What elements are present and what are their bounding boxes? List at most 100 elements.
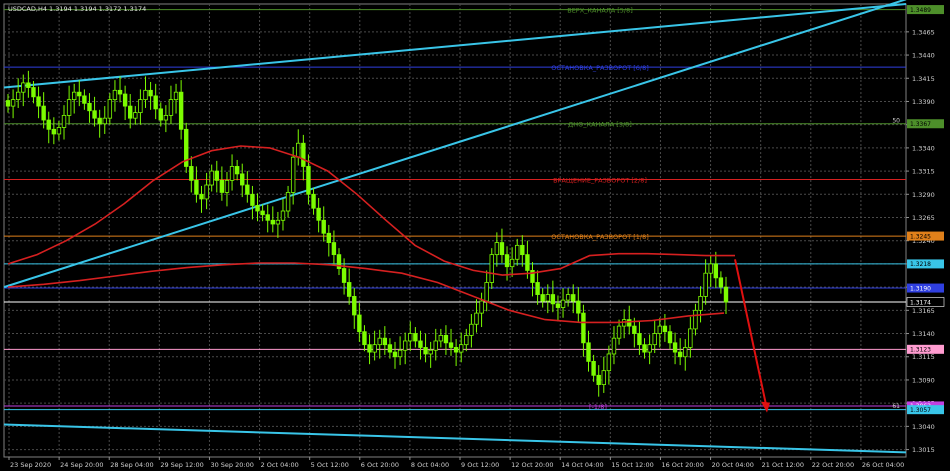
y-tick-label: 1.3340 — [912, 144, 935, 152]
forecast-arrow-line — [734, 259, 767, 405]
candle-body — [275, 219, 281, 225]
candle-body — [392, 351, 398, 358]
candle-body — [408, 333, 413, 342]
x-tick-label: 2 Oct 04:00 — [261, 461, 299, 469]
price-chart[interactable]: ВЕРХ_КАНАЛА [5/8] ОСТАНОВКА_РАЗВОРОТ [6/8… — [0, 0, 950, 471]
candle-body — [97, 117, 102, 125]
candle-body — [438, 334, 444, 342]
x-tick-label: 21 Oct 12:00 — [762, 461, 804, 469]
candle-body — [464, 334, 469, 346]
candle-body — [535, 282, 540, 295]
candle-body — [632, 325, 637, 334]
y-tick-label: 1.3315 — [912, 168, 935, 176]
candle-body — [173, 91, 179, 101]
price-tag-label: 1.3245 — [910, 233, 931, 240]
candle-body — [290, 156, 296, 193]
candle-body — [413, 333, 418, 342]
candle-body — [15, 91, 21, 101]
x-tick-label: 6 Oct 20:00 — [361, 461, 399, 469]
candle-body — [311, 193, 316, 209]
candle-body — [158, 108, 163, 121]
candle-body — [229, 166, 235, 181]
level-label: ДНО_КАНАЛА [3/8] — [568, 121, 632, 129]
candle-body — [270, 219, 275, 225]
level-label: ОСТАНОВКА_РАЗВОРОТ [6/8] — [551, 64, 649, 72]
price-tag-label: 1.3489 — [910, 7, 931, 14]
candle-body — [321, 219, 326, 234]
price-tag-label: 1.3190 — [910, 285, 931, 292]
chart-window[interactable]: ВЕРХ_КАНАЛА [5/8] ОСТАНОВКА_РАЗВОРОТ [6/8… — [0, 0, 950, 471]
y-tick-label: 1.3040 — [912, 423, 935, 431]
candle-body — [550, 294, 556, 305]
y-tick-label: 1.3115 — [912, 353, 935, 361]
candle-body — [469, 323, 474, 336]
x-tick-label: 15 Oct 12:00 — [611, 461, 653, 469]
price-tag-label: 1.3057 — [910, 407, 931, 414]
price-axis: 1.34651.34401.34151.33901.33651.33401.33… — [906, 5, 945, 454]
x-tick-label: 28 Sep 04:00 — [110, 461, 153, 469]
candle-body — [571, 294, 576, 302]
candle-body — [296, 142, 301, 158]
level-label: ВЕРХ_КАНАЛА [5/8] — [567, 7, 633, 15]
candle-body — [387, 344, 393, 353]
price-tag-label: 1.3218 — [910, 261, 931, 268]
candle-body — [677, 351, 683, 358]
candle-body — [316, 207, 321, 221]
channel-line — [3, 0, 907, 289]
y-tick-label: 1.3140 — [912, 330, 935, 338]
candle-body — [219, 179, 225, 193]
candle-body — [153, 95, 158, 110]
candle-body — [189, 166, 194, 181]
candle-body — [382, 337, 388, 346]
candle-body — [601, 370, 606, 385]
candle-body — [723, 286, 729, 303]
moving-average-line — [7, 145, 735, 276]
candle-body — [377, 337, 382, 346]
price-tag-label: 1.3174 — [910, 299, 931, 306]
candle-body — [255, 205, 260, 212]
x-tick-label: 23 Sep 2020 — [10, 461, 51, 469]
candle-body — [280, 210, 286, 221]
candle-body — [418, 340, 423, 348]
candle-body — [509, 258, 515, 268]
candle-body — [698, 296, 703, 311]
candle-body — [560, 299, 566, 308]
candle-body — [474, 312, 479, 325]
candle-body — [133, 112, 138, 119]
candle-body — [708, 263, 713, 274]
candle-body — [10, 99, 16, 107]
candle-body — [87, 102, 92, 112]
y-tick-label: 1.3165 — [912, 307, 935, 315]
candle-body — [82, 95, 87, 104]
y-tick-label: 1.3415 — [912, 75, 935, 83]
candle-body — [642, 344, 647, 353]
candle-body — [667, 331, 673, 344]
forecast-arrow-group — [734, 259, 770, 413]
moving-average-line — [7, 262, 725, 324]
channel-line — [3, 423, 907, 454]
candle-body — [306, 166, 311, 195]
candle-body — [652, 333, 657, 346]
price-tag-label: 1.3367 — [910, 121, 931, 128]
candle-body — [92, 110, 97, 119]
candle-body — [51, 128, 57, 135]
level-label: [-1/8] — [589, 403, 607, 411]
price-tag-label: 1.3123 — [910, 347, 931, 354]
candle-body — [5, 100, 11, 107]
candle-body — [245, 184, 250, 195]
candle-body — [265, 214, 270, 221]
x-tick-label: 29 Sep 12:00 — [160, 461, 203, 469]
candle-body — [234, 166, 240, 175]
candle-body — [143, 89, 148, 101]
candle-body — [357, 314, 362, 333]
x-tick-label: 24 Sep 20:00 — [60, 461, 103, 469]
candle-body — [576, 300, 581, 314]
candle-body — [148, 89, 153, 97]
candle-body — [260, 210, 265, 216]
y-tick-label: 1.3465 — [912, 28, 935, 36]
x-tick-label: 22 Oct 20:00 — [812, 461, 854, 469]
plot-frame — [3, 3, 907, 458]
candle-body — [138, 99, 143, 114]
candle-body — [402, 340, 408, 351]
x-tick-label: 9 Oct 12:00 — [461, 461, 499, 469]
